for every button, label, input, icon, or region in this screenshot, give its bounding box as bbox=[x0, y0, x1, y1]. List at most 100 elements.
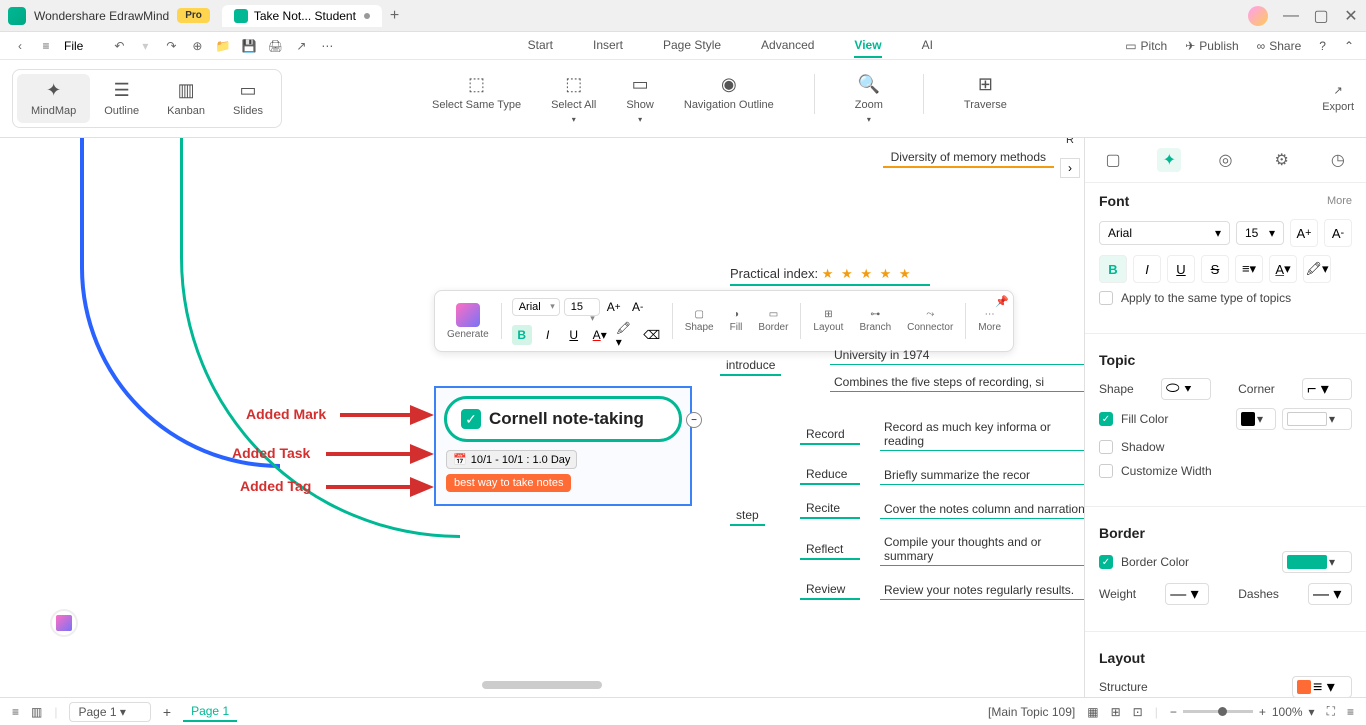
branch-recite[interactable]: Recite bbox=[800, 499, 860, 519]
branch-review[interactable]: Review bbox=[800, 580, 860, 600]
fill-color-2[interactable]: ▾ bbox=[1282, 408, 1352, 430]
page-tab[interactable]: Page 1 bbox=[183, 702, 237, 722]
export-quick-button[interactable]: ↗ bbox=[293, 39, 309, 53]
font-grow-panel[interactable]: A+ bbox=[1290, 219, 1318, 247]
panel-font-color[interactable]: A▾ bbox=[1269, 255, 1297, 283]
layout-button[interactable]: ⊞Layout bbox=[805, 305, 851, 337]
shape-button[interactable]: ▢Shape bbox=[677, 305, 722, 337]
sb-icon-3[interactable]: ⊡ bbox=[1133, 705, 1143, 719]
mode-kanban[interactable]: ▥Kanban bbox=[153, 74, 219, 123]
page-select[interactable]: Page 1 ▾ bbox=[69, 702, 150, 722]
scroll-right-button[interactable]: › bbox=[1060, 158, 1080, 178]
font-family-field[interactable]: Arial▾ bbox=[1099, 221, 1230, 245]
panel-underline[interactable]: U bbox=[1167, 255, 1195, 283]
menu-ai[interactable]: AI bbox=[922, 34, 933, 58]
mode-mindmap[interactable]: ✦MindMap bbox=[17, 74, 90, 123]
sb-icon-2[interactable]: ⊞ bbox=[1111, 705, 1121, 719]
pin-icon[interactable]: 📌 bbox=[995, 295, 1009, 308]
branch-step[interactable]: step bbox=[730, 506, 765, 526]
border-button[interactable]: ▭Border bbox=[750, 305, 796, 337]
menu-advanced[interactable]: Advanced bbox=[761, 34, 814, 58]
menu-page-style[interactable]: Page Style bbox=[663, 34, 721, 58]
sb-more-button[interactable]: ≡ bbox=[1347, 705, 1354, 719]
branch-reduce-text[interactable]: Briefly summarize the recor bbox=[880, 466, 1084, 485]
zoom-button[interactable]: 🔍Zoom▾ bbox=[855, 74, 883, 124]
panel-tab-settings[interactable]: ⚙ bbox=[1270, 148, 1294, 172]
export-button[interactable]: ↗Export bbox=[1322, 84, 1354, 113]
back-button[interactable]: ‹ bbox=[12, 39, 28, 53]
sb-panel-icon[interactable]: ▥ bbox=[31, 705, 42, 719]
open-button[interactable]: 📁 bbox=[215, 39, 231, 53]
sb-outline-icon[interactable]: ≡ bbox=[12, 705, 19, 719]
more-quick-button[interactable]: ⋯ bbox=[319, 39, 335, 53]
ai-float-button[interactable] bbox=[50, 609, 78, 637]
menu-insert[interactable]: Insert bbox=[593, 34, 623, 58]
traverse-button[interactable]: ⊞Traverse bbox=[964, 74, 1007, 124]
fill-color-checkbox[interactable]: ✓ bbox=[1099, 412, 1113, 426]
branch-intro1[interactable]: University in 1974 bbox=[830, 346, 1084, 365]
pitch-button[interactable]: ▭ Pitch bbox=[1125, 39, 1167, 53]
font-shrink-button[interactable]: A- bbox=[628, 297, 648, 317]
document-tab[interactable]: Take Not... Student bbox=[222, 5, 382, 27]
font-color-button[interactable]: A▾ bbox=[590, 325, 610, 345]
border-color-checkbox[interactable]: ✓ bbox=[1099, 555, 1113, 569]
more-format-button[interactable]: ⋯More bbox=[970, 305, 1009, 337]
font-family-select[interactable]: Arial bbox=[512, 298, 560, 316]
panel-italic[interactable]: I bbox=[1133, 255, 1161, 283]
fill-button[interactable]: ◑Fill bbox=[722, 305, 751, 337]
panel-bold[interactable]: B bbox=[1099, 255, 1127, 283]
branch-reflect[interactable]: Reflect bbox=[800, 540, 860, 560]
font-shrink-panel[interactable]: A- bbox=[1324, 219, 1352, 247]
bold-button[interactable]: B bbox=[512, 325, 532, 345]
structure-select[interactable]: ≡ ▾ bbox=[1292, 676, 1352, 697]
mode-slides[interactable]: ▭Slides bbox=[219, 74, 277, 123]
print-button[interactable]: 🖨 bbox=[267, 39, 283, 53]
zoom-value[interactable]: 100% bbox=[1272, 705, 1303, 719]
node-title[interactable]: Cornell note-taking bbox=[489, 409, 644, 429]
generate-button[interactable]: Generate bbox=[439, 299, 497, 344]
panel-tab-location[interactable]: ◎ bbox=[1213, 148, 1237, 172]
italic-button[interactable]: I bbox=[538, 325, 558, 345]
zoom-in-button[interactable]: + bbox=[1259, 705, 1266, 719]
font-size-select[interactable]: 15 bbox=[564, 298, 600, 316]
branch-recite-text[interactable]: Cover the notes column and narration bbox=[880, 500, 1084, 519]
redo-button[interactable]: ↷ bbox=[163, 39, 179, 53]
selected-node[interactable]: ✓ Cornell note-taking − 📅 10/1 - 10/1 : … bbox=[434, 386, 692, 506]
save-button[interactable]: 💾 bbox=[241, 39, 257, 53]
shape-select[interactable]: ⬭ ▾ bbox=[1161, 378, 1211, 400]
panel-strike[interactable]: S bbox=[1201, 255, 1229, 283]
minimize-button[interactable]: — bbox=[1284, 9, 1298, 23]
help-button[interactable]: ? bbox=[1319, 39, 1326, 53]
nav-outline-button[interactable]: ◉Navigation Outline bbox=[684, 74, 774, 124]
custom-width-checkbox[interactable] bbox=[1099, 464, 1113, 478]
branch-diversity[interactable]: Diversity of memory methods bbox=[883, 148, 1054, 168]
font-size-field[interactable]: 15▾ bbox=[1236, 221, 1284, 245]
sb-icon-1[interactable]: ▦ bbox=[1087, 705, 1098, 719]
horizontal-scrollbar[interactable] bbox=[482, 681, 602, 689]
panel-highlight[interactable]: 🖍▾ bbox=[1303, 255, 1331, 283]
zoom-out-button[interactable]: − bbox=[1170, 705, 1177, 719]
mode-outline[interactable]: ☰Outline bbox=[90, 74, 153, 123]
undo-button[interactable]: ↶ bbox=[111, 39, 127, 53]
select-same-type-button[interactable]: ⬚Select Same Type bbox=[432, 74, 521, 124]
branch-reflect-text[interactable]: Compile your thoughts and or summary bbox=[880, 533, 1084, 566]
menu-icon[interactable]: ≡ bbox=[38, 39, 54, 53]
branch-button[interactable]: ⊶Branch bbox=[851, 305, 899, 337]
highlight-button[interactable]: 🖍▾ bbox=[616, 325, 636, 345]
select-all-button[interactable]: ⬚Select All▾ bbox=[551, 74, 596, 124]
zoom-slider[interactable] bbox=[1183, 710, 1253, 713]
show-button[interactable]: ▭Show▾ bbox=[626, 74, 654, 124]
file-menu[interactable]: File bbox=[64, 39, 83, 53]
font-grow-button[interactable]: A+ bbox=[604, 297, 624, 317]
new-button[interactable]: ⊕ bbox=[189, 39, 205, 53]
add-page-button[interactable]: + bbox=[163, 704, 171, 720]
task-badge[interactable]: 📅 10/1 - 10/1 : 1.0 Day bbox=[446, 450, 577, 469]
menu-view[interactable]: View bbox=[854, 34, 881, 58]
close-button[interactable]: ✕ bbox=[1344, 9, 1358, 23]
panel-align[interactable]: ≡▾ bbox=[1235, 255, 1263, 283]
panel-tab-ai[interactable]: ✦ bbox=[1157, 148, 1181, 172]
share-button[interactable]: ∞ Share bbox=[1257, 39, 1302, 53]
branch-intro2[interactable]: Combines the five steps of recording, si bbox=[830, 373, 1084, 392]
undo-dropdown-icon[interactable]: ▾ bbox=[137, 39, 153, 53]
collapse-button[interactable]: − bbox=[686, 412, 702, 428]
